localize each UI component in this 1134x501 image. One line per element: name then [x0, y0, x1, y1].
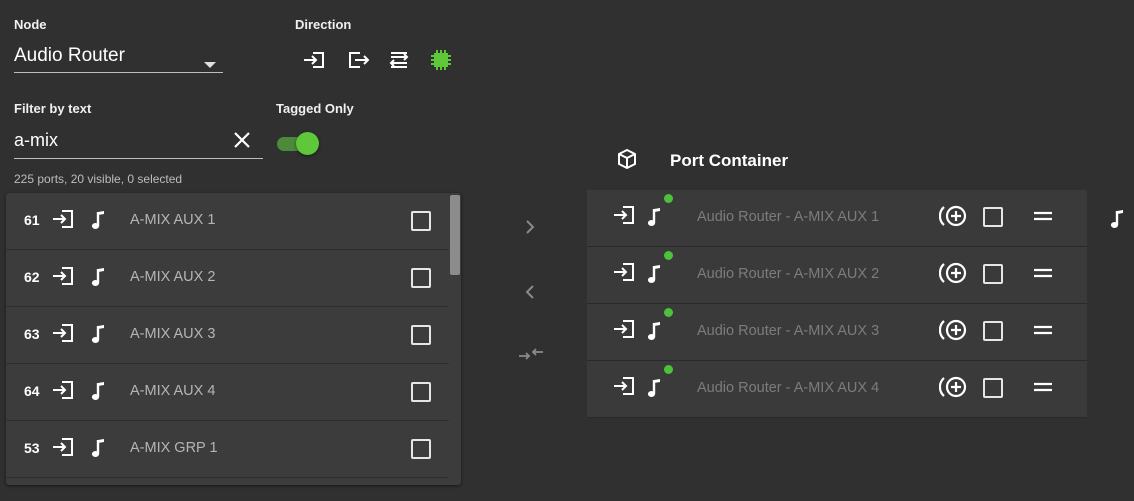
port-name: Audio Router - A-MIX AUX 1 — [697, 209, 880, 225]
select-checkbox[interactable] — [411, 439, 431, 459]
move-left-icon[interactable] — [524, 284, 536, 300]
select-checkbox[interactable] — [411, 268, 431, 288]
audio-icon — [1110, 209, 1124, 229]
port-number: 53 — [24, 440, 40, 456]
port-name: Audio Router - A-MIX AUX 3 — [697, 323, 880, 339]
select-checkbox[interactable] — [983, 378, 1003, 398]
port-name: Audio Router - A-MIX AUX 4 — [697, 380, 880, 396]
direction-label: Direction — [295, 17, 352, 32]
port-container-title: Port Container — [670, 151, 789, 170]
audio-icon — [647, 378, 661, 398]
swap-icon[interactable] — [518, 346, 544, 362]
filter-input-underline — [14, 158, 263, 159]
input-icon — [52, 266, 74, 286]
node-select[interactable]: Audio Router — [14, 45, 125, 67]
filter-input[interactable]: a-mix — [14, 130, 58, 151]
dropdown-caret-icon[interactable] — [204, 62, 216, 68]
port-summary: 225 ports, 20 visible, 0 selected — [14, 172, 183, 186]
tagged-only-label: Tagged Only — [276, 101, 354, 116]
direction-chip-icon[interactable] — [428, 47, 454, 73]
port-name: A-MIX GRP 1 — [130, 440, 218, 456]
input-icon — [613, 376, 635, 396]
port-name: A-MIX AUX 3 — [130, 326, 216, 342]
table-row[interactable]: Audio Router - A-MIX AUX 4 — [587, 361, 1087, 418]
input-icon — [52, 323, 74, 343]
drag-handle-icon[interactable] — [1033, 325, 1053, 335]
list-item[interactable]: 62 A-MIX AUX 2 — [6, 250, 449, 307]
add-tag-icon[interactable] — [939, 261, 969, 285]
input-icon — [52, 380, 74, 400]
node-label: Node — [14, 17, 47, 32]
port-name: A-MIX AUX 1 — [130, 212, 216, 228]
input-icon — [613, 205, 635, 225]
port-number: 64 — [24, 383, 40, 399]
table-row[interactable]: Audio Router - A-MIX AUX 1 — [587, 190, 1087, 247]
tagged-only-toggle-thumb[interactable] — [296, 132, 319, 155]
table-row[interactable]: Audio Router - A-MIX AUX 3 — [587, 304, 1087, 361]
input-icon — [52, 437, 74, 457]
select-checkbox[interactable] — [411, 211, 431, 231]
audio-icon — [91, 438, 105, 458]
add-tag-icon[interactable] — [939, 318, 969, 342]
filter-label: Filter by text — [14, 101, 92, 116]
audio-icon — [647, 321, 661, 341]
audio-icon — [91, 210, 105, 230]
audio-icon — [91, 381, 105, 401]
port-container-list: Audio Router - A-MIX AUX 1 Audio Router … — [587, 190, 1087, 420]
move-right-icon[interactable] — [524, 219, 536, 235]
port-number: 63 — [24, 326, 40, 342]
list-item[interactable]: 64 A-MIX AUX 4 — [6, 364, 449, 421]
audio-icon — [91, 267, 105, 287]
port-list: 61 A-MIX AUX 1 62 A-MIX AUX 2 63 A-MIX A… — [6, 193, 461, 485]
status-dot — [664, 308, 673, 317]
clear-icon[interactable] — [232, 130, 252, 150]
list-item[interactable]: 61 A-MIX AUX 1 — [6, 193, 449, 250]
drag-handle-icon[interactable] — [1033, 211, 1053, 221]
input-icon — [52, 209, 74, 229]
node-select-underline — [14, 72, 223, 73]
direction-output-icon[interactable] — [346, 47, 372, 73]
port-name: A-MIX AUX 2 — [130, 269, 216, 285]
select-checkbox[interactable] — [411, 382, 431, 402]
select-checkbox[interactable] — [983, 321, 1003, 341]
audio-icon — [91, 324, 105, 344]
drag-handle-icon[interactable] — [1033, 268, 1053, 278]
direction-input-icon[interactable] — [301, 47, 327, 73]
list-item[interactable]: 63 A-MIX AUX 3 — [6, 307, 449, 364]
list-item[interactable]: 53 A-MIX GRP 1 — [6, 421, 449, 478]
add-tag-icon[interactable] — [939, 375, 969, 399]
add-tag-icon[interactable] — [939, 204, 969, 228]
port-number: 61 — [24, 212, 40, 228]
port-name: A-MIX AUX 4 — [130, 383, 216, 399]
port-number: 62 — [24, 269, 40, 285]
input-icon — [613, 262, 635, 282]
status-dot — [664, 194, 673, 203]
cube-icon — [616, 148, 638, 170]
direction-bidirectional-icon[interactable] — [386, 47, 412, 73]
audio-icon — [647, 207, 661, 227]
select-checkbox[interactable] — [411, 325, 431, 345]
input-icon — [613, 319, 635, 339]
table-row[interactable]: Audio Router - A-MIX AUX 2 — [587, 247, 1087, 304]
port-name: Audio Router - A-MIX AUX 2 — [697, 266, 880, 282]
status-dot — [664, 365, 673, 374]
select-checkbox[interactable] — [983, 264, 1003, 284]
status-dot — [664, 251, 673, 260]
audio-icon — [647, 264, 661, 284]
scrollbar-thumb[interactable] — [450, 195, 460, 275]
drag-handle-icon[interactable] — [1033, 382, 1053, 392]
select-checkbox[interactable] — [983, 207, 1003, 227]
